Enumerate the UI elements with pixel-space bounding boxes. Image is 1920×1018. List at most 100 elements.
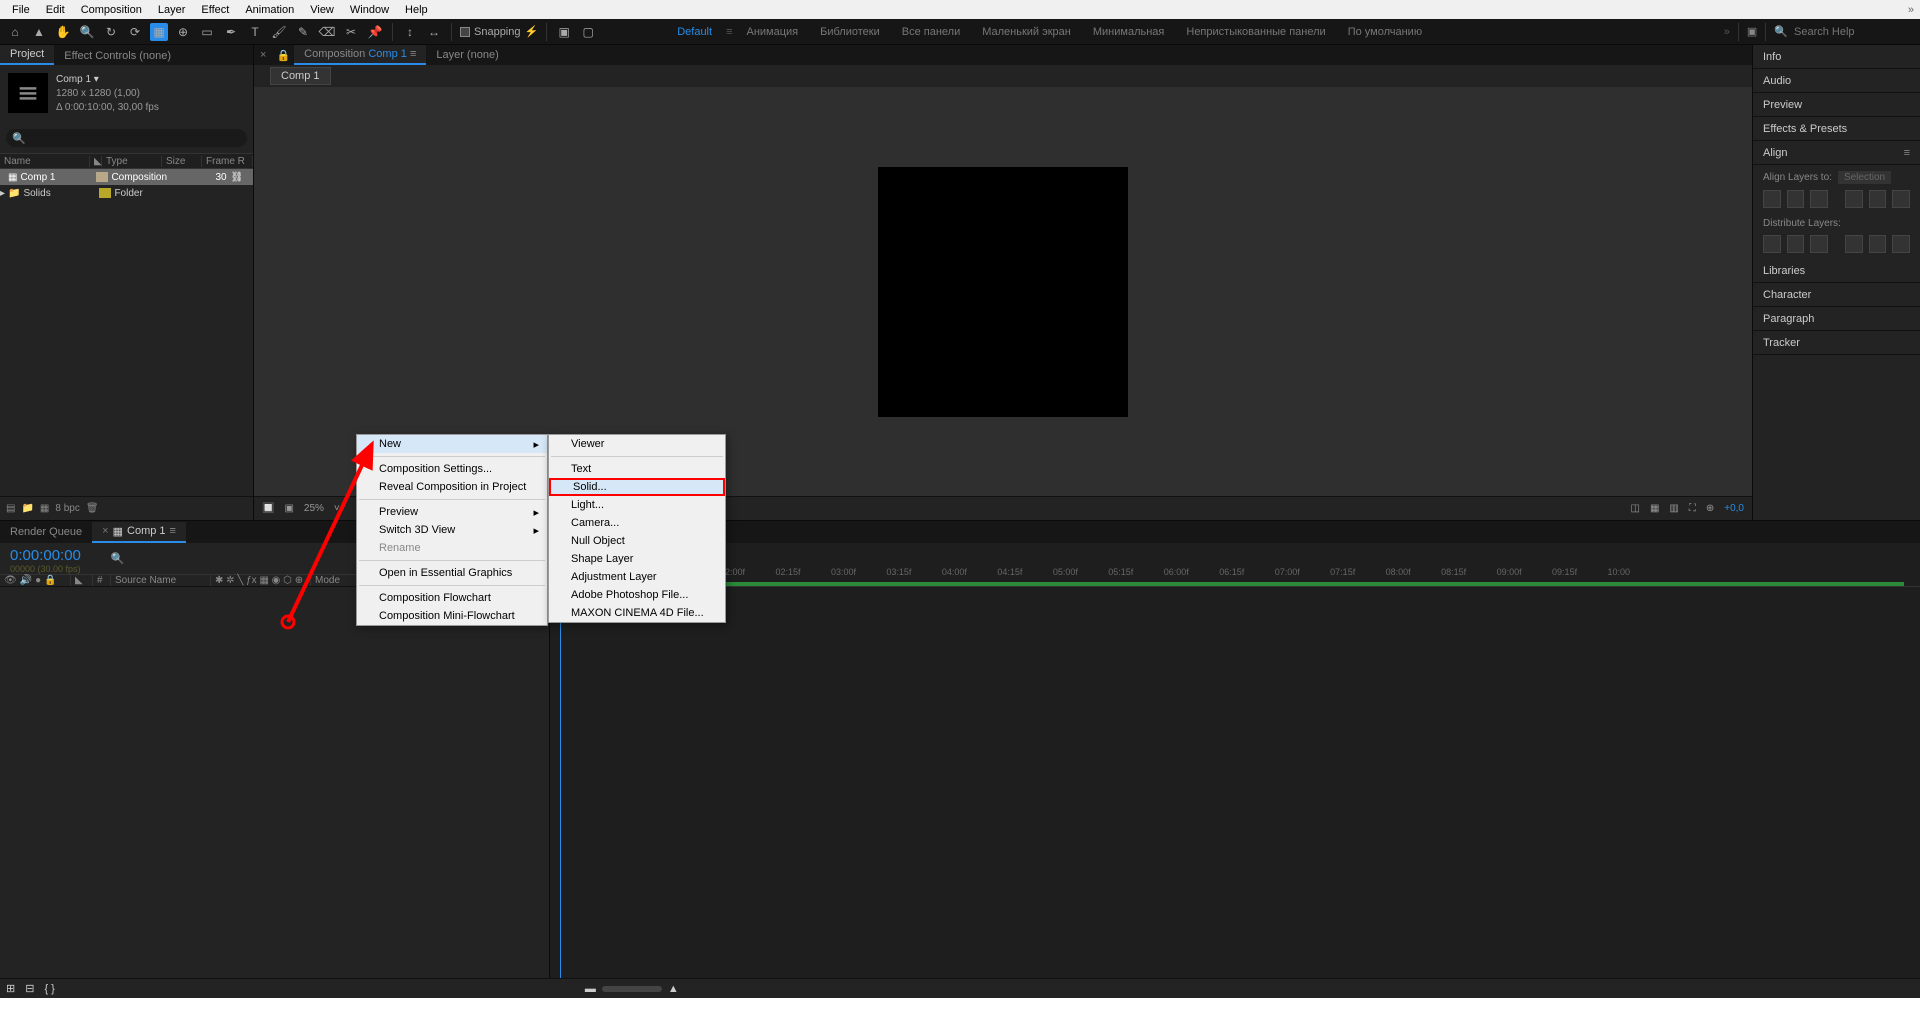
menu-item-flowchart[interactable]: Composition Flowchart bbox=[357, 589, 547, 607]
workspace-animation[interactable]: Анимация bbox=[738, 26, 806, 38]
workspace-libraries[interactable]: Библиотеки bbox=[812, 26, 888, 38]
panel-audio[interactable]: Audio bbox=[1753, 69, 1920, 93]
menu-item-null[interactable]: Null Object bbox=[549, 532, 725, 550]
stroke-icon[interactable]: ▢ bbox=[579, 23, 597, 41]
speaker-icon[interactable]: 🔊 bbox=[20, 575, 32, 586]
panel-effects-presets[interactable]: Effects & Presets bbox=[1753, 117, 1920, 141]
col-head-name[interactable]: Name bbox=[0, 156, 90, 167]
col-head-frame[interactable]: Frame R bbox=[202, 156, 253, 167]
lock-icon[interactable]: 🔒 bbox=[44, 575, 56, 586]
orbit-tool-icon[interactable]: ↻ bbox=[102, 23, 120, 41]
breadcrumb-comp1[interactable]: Comp 1 bbox=[270, 67, 331, 85]
menu-item-shape[interactable]: Shape Layer bbox=[549, 550, 725, 568]
workspace-default2[interactable]: По умолчанию bbox=[1340, 26, 1430, 38]
panel-libraries[interactable]: Libraries bbox=[1753, 259, 1920, 283]
project-comp-name[interactable]: Comp 1 ▾ bbox=[56, 73, 159, 87]
project-search[interactable]: 🔍 bbox=[6, 129, 247, 147]
shape-tool-icon[interactable]: ▭ bbox=[198, 23, 216, 41]
menu-item-preview[interactable]: Preview▸ bbox=[357, 503, 547, 521]
align-bottom-button[interactable] bbox=[1892, 190, 1910, 208]
zoom-in-icon[interactable]: ▲ bbox=[668, 983, 679, 995]
panel-character[interactable]: Character bbox=[1753, 283, 1920, 307]
dist-button[interactable] bbox=[1810, 235, 1828, 253]
menu-animation[interactable]: Animation bbox=[237, 4, 302, 16]
project-item-comp1[interactable]: ▦ Comp 1 Composition 30 ⛓ bbox=[0, 169, 253, 185]
toggle-modes-icon[interactable]: ⊟ bbox=[25, 982, 34, 995]
toggle-switches-icon[interactable]: ⊞ bbox=[6, 982, 15, 995]
brackets-icon[interactable]: { } bbox=[44, 983, 54, 995]
work-area-bar[interactable] bbox=[560, 582, 1904, 586]
menu-file[interactable]: File bbox=[4, 4, 38, 16]
view-option-icon[interactable]: ⊕ bbox=[1706, 503, 1714, 514]
puppet-tool-icon[interactable]: 📌 bbox=[366, 23, 384, 41]
menu-item-switch-3d[interactable]: Switch 3D View▸ bbox=[357, 521, 547, 539]
zoom-out-icon[interactable]: ▬ bbox=[585, 983, 596, 995]
eye-icon[interactable]: 👁 bbox=[4, 575, 17, 586]
workspace-smallscreen[interactable]: Маленький экран bbox=[974, 26, 1079, 38]
local-axis-icon[interactable]: ↕ bbox=[401, 23, 419, 41]
pen-tool-icon[interactable]: ✒ bbox=[222, 23, 240, 41]
tab-timeline-comp1[interactable]: ×▦Comp 1≡ bbox=[92, 522, 186, 543]
switches-header[interactable]: ✱ ✲ ╲ ƒx ▦ ◉ ⬡ ⊕ bbox=[210, 575, 310, 586]
menu-item-solid[interactable]: Solid... bbox=[549, 478, 725, 496]
solo-icon[interactable]: ● bbox=[35, 575, 41, 586]
menu-item-text[interactable]: Text bbox=[549, 460, 725, 478]
menu-layer[interactable]: Layer bbox=[150, 4, 194, 16]
chevron-right-icon[interactable]: » bbox=[1724, 26, 1730, 38]
panel-tracker[interactable]: Tracker bbox=[1753, 331, 1920, 355]
dist-button[interactable] bbox=[1892, 235, 1910, 253]
menu-effect[interactable]: Effect bbox=[193, 4, 237, 16]
new-comp-icon[interactable]: ▦ bbox=[40, 503, 49, 514]
label-swatch[interactable] bbox=[96, 172, 108, 182]
time-ruler[interactable]: 02:00f02:15f03:00f03:15f04:00f04:15f05:0… bbox=[550, 543, 1920, 587]
col-head-size[interactable]: Size bbox=[162, 156, 202, 167]
menu-item-reveal[interactable]: Reveal Composition in Project bbox=[357, 478, 547, 496]
menu-item-comp-settings[interactable]: Composition Settings... bbox=[357, 460, 547, 478]
align-to-dropdown[interactable]: Selection bbox=[1838, 171, 1891, 184]
flowchart-icon[interactable]: ⛓ bbox=[231, 172, 244, 183]
workspace-menu-icon[interactable]: ≡ bbox=[726, 26, 732, 38]
menu-item-camera[interactable]: Camera... bbox=[549, 514, 725, 532]
label-col-icon[interactable]: ◣ bbox=[70, 575, 92, 586]
project-list[interactable]: ▦ Comp 1 Composition 30 ⛓ ▸📁 Solids Fold… bbox=[0, 169, 253, 496]
home-icon[interactable]: ⌂ bbox=[6, 23, 24, 41]
rotate-tool-icon[interactable]: ⟳ bbox=[126, 23, 144, 41]
dist-button[interactable] bbox=[1787, 235, 1805, 253]
current-timecode[interactable]: 0:00:00:00 bbox=[0, 543, 91, 564]
align-top-button[interactable] bbox=[1845, 190, 1863, 208]
tab-project[interactable]: Project bbox=[0, 45, 54, 65]
label-swatch[interactable] bbox=[99, 188, 111, 198]
chevron-right-icon[interactable]: » bbox=[1900, 4, 1920, 16]
resolution-icon[interactable]: ▣ bbox=[284, 503, 293, 514]
menu-composition[interactable]: Composition bbox=[73, 4, 150, 16]
menu-help[interactable]: Help bbox=[397, 4, 436, 16]
tab-effect-controls[interactable]: Effect Controls (none) bbox=[54, 47, 181, 65]
menu-item-light[interactable]: Light... bbox=[549, 496, 725, 514]
tab-render-queue[interactable]: Render Queue bbox=[0, 523, 92, 541]
eraser-tool-icon[interactable]: ⌫ bbox=[318, 23, 336, 41]
world-axis-icon[interactable]: ↔ bbox=[425, 23, 443, 41]
workspace-allpanels[interactable]: Все панели bbox=[894, 26, 968, 38]
timeline-track-area[interactable] bbox=[550, 587, 1920, 978]
menu-view[interactable]: View bbox=[302, 4, 342, 16]
panel-info[interactable]: Info bbox=[1753, 45, 1920, 69]
interpret-icon[interactable]: ▤ bbox=[6, 503, 15, 514]
zoom-level[interactable]: 25% bbox=[304, 503, 324, 514]
search-help-input[interactable] bbox=[1794, 26, 1914, 38]
camera-tool-icon[interactable]: ▦ bbox=[150, 23, 168, 41]
menu-item-adjustment[interactable]: Adjustment Layer bbox=[549, 568, 725, 586]
expand-icon[interactable]: ▸ bbox=[0, 188, 8, 199]
trash-icon[interactable]: 🗑 bbox=[86, 503, 99, 514]
workspace-minimal[interactable]: Минимальная bbox=[1085, 26, 1173, 38]
menu-item-photoshop[interactable]: Adobe Photoshop File... bbox=[549, 586, 725, 604]
view-option-icon[interactable]: ▦ bbox=[1650, 503, 1659, 514]
view-option-icon[interactable]: ◫ bbox=[1631, 503, 1640, 514]
zoom-tool-icon[interactable]: 🔍 bbox=[78, 23, 96, 41]
text-tool-icon[interactable]: T bbox=[246, 23, 264, 41]
anchor-tool-icon[interactable]: ⊕ bbox=[174, 23, 192, 41]
align-right-button[interactable] bbox=[1810, 190, 1828, 208]
magnify-icon[interactable]: 🔲 bbox=[262, 503, 274, 514]
panel-paragraph[interactable]: Paragraph bbox=[1753, 307, 1920, 331]
tab-composition[interactable]: Composition Comp 1 ≡ bbox=[294, 45, 426, 65]
menu-item-new[interactable]: New▸ bbox=[357, 435, 547, 453]
